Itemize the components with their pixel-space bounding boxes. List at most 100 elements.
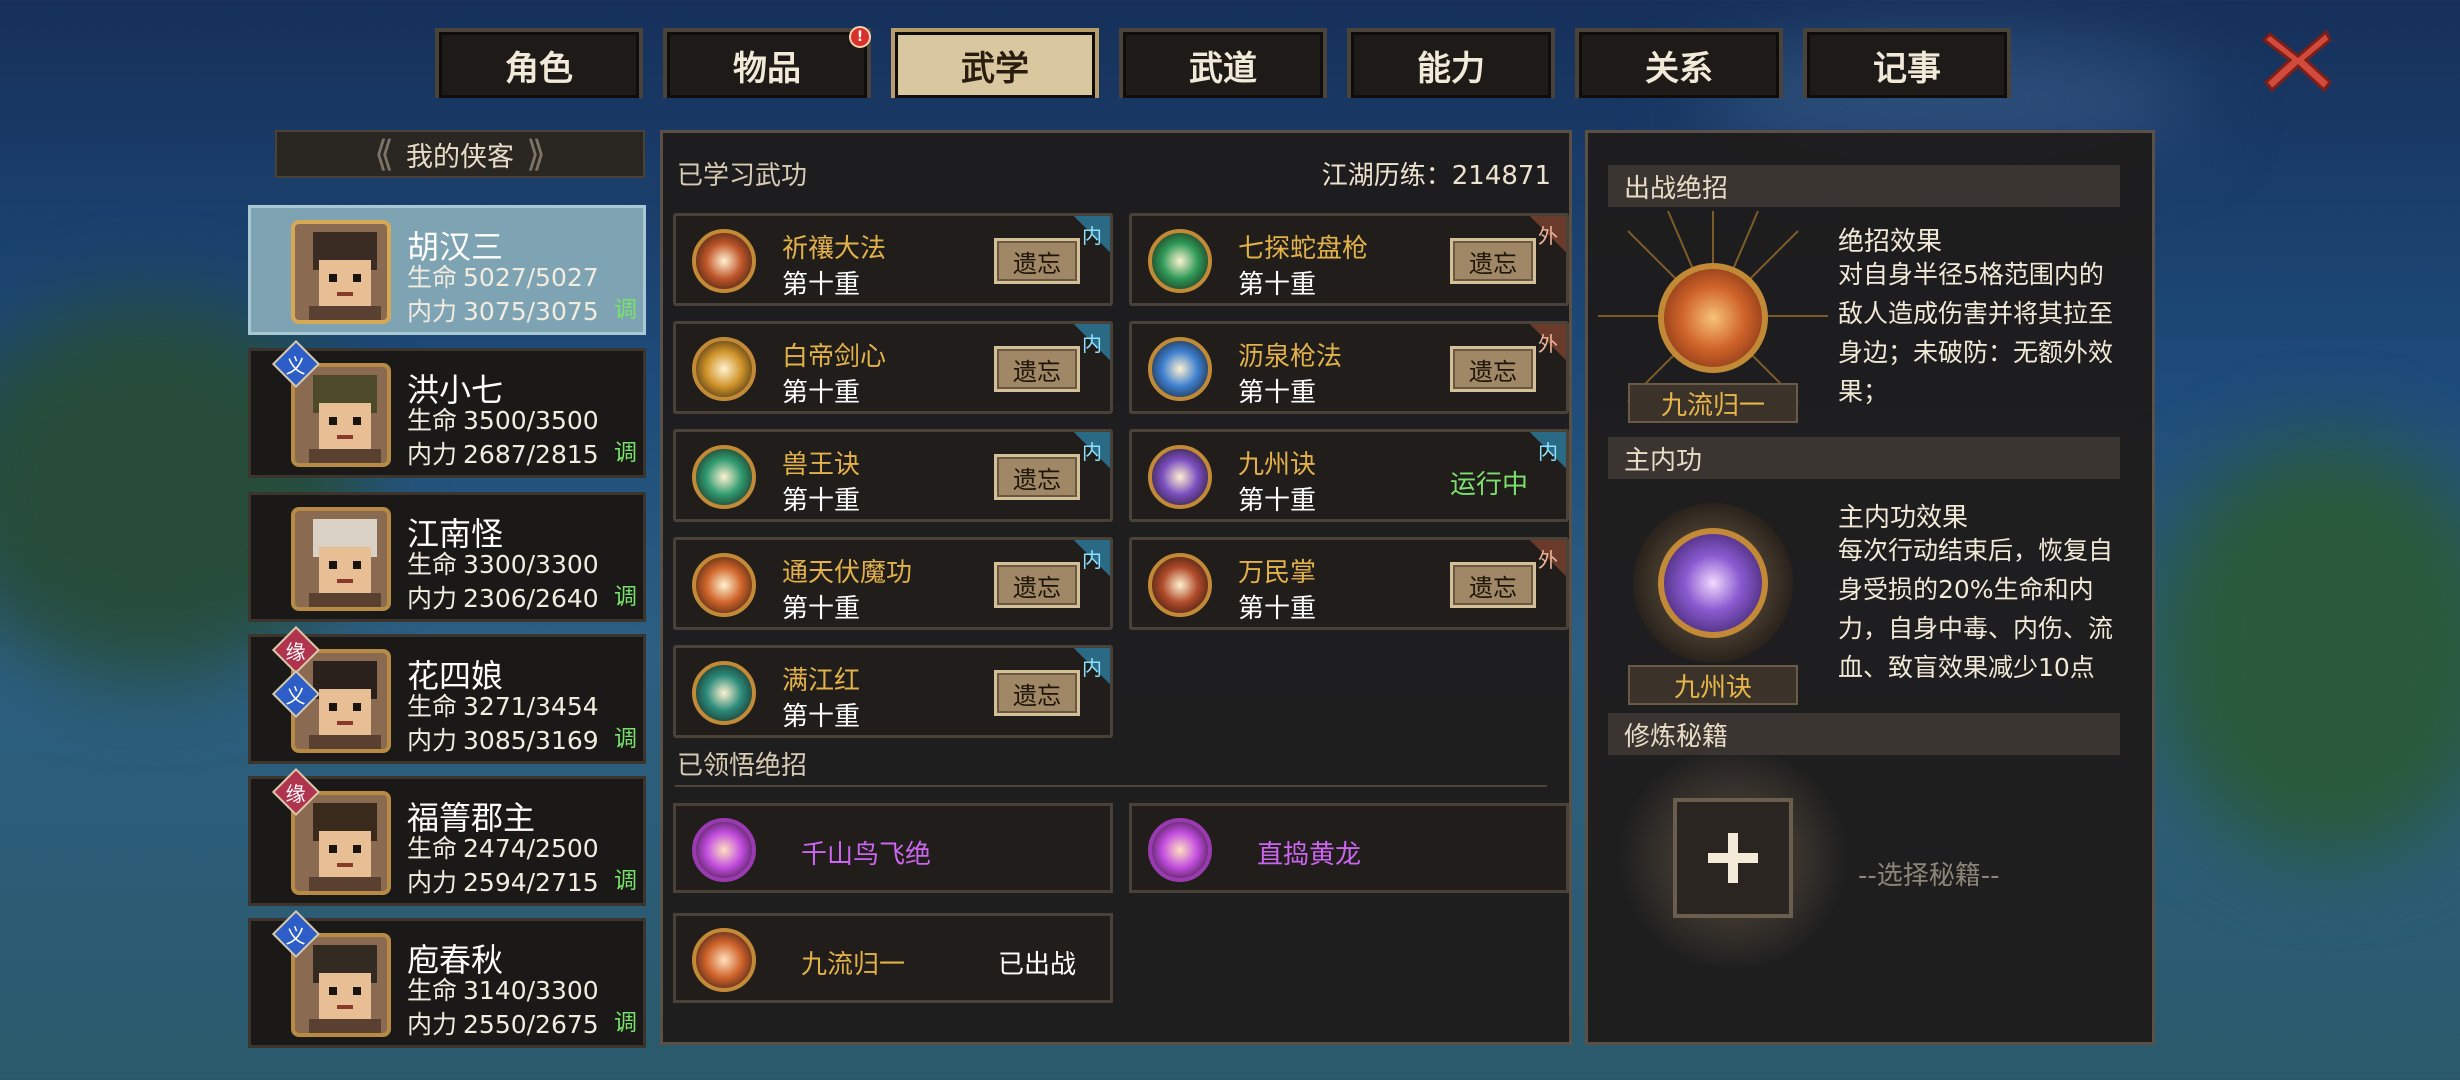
hero-card[interactable]: 洪小七 生命 3500/3500 内力 2687/2815 调义 — [248, 339, 646, 478]
main-inner-header: 主内功 — [1608, 437, 2120, 479]
skill-level: 第十重 — [1238, 594, 1317, 624]
running-status: 运行中 — [1450, 470, 1529, 500]
main-inner-name: 九州诀 — [1628, 665, 1798, 705]
skill-level: 第十重 — [1238, 378, 1317, 408]
tab-3[interactable]: 武道 — [1119, 28, 1327, 98]
skill-card[interactable]: 兽王诀 第十重 内遗忘 — [673, 429, 1113, 522]
hero-card[interactable]: 花四娘 生命 3271/3454 内力 3085/3169 调缘义 — [248, 625, 646, 764]
hero-portrait — [291, 220, 391, 324]
tune-button[interactable]: 调 — [614, 290, 637, 324]
deployed-status: 已出战 — [998, 950, 1077, 980]
skill-icon — [692, 445, 756, 509]
hp-label: 生命 — [407, 263, 458, 292]
experience-value: 214871 — [1451, 161, 1551, 191]
tune-button[interactable]: 调 — [614, 433, 637, 467]
tab-label: 记事 — [1873, 48, 1941, 89]
skill-card[interactable]: 九州诀 第十重 内运行中 — [1129, 429, 1569, 522]
mp-label: 内力 — [407, 868, 458, 897]
skill-level: 第十重 — [1238, 270, 1317, 300]
skill-type-tag: 内 — [1530, 432, 1566, 468]
skill-level: 第十重 — [782, 378, 861, 408]
hero-card[interactable]: 庖春秋 生命 3140/3300 内力 2550/2675 调义 — [248, 909, 646, 1048]
skill-icon — [692, 337, 756, 401]
tab-5[interactable]: 关系 — [1575, 28, 1783, 98]
skill-card[interactable]: 满江红 第十重 内遗忘 — [673, 645, 1113, 738]
badge-label: 义 — [286, 683, 306, 708]
mp-value: 2306/2640 — [463, 584, 599, 613]
ultimate-effect-title: 绝招效果 — [1838, 227, 1943, 257]
skill-card[interactable]: 祈禳大法 第十重 内遗忘 — [673, 213, 1113, 306]
tab-2[interactable]: 武学 — [891, 28, 1099, 98]
hp-label: 生命 — [407, 692, 458, 721]
skill-name: 白帝剑心 — [782, 342, 887, 372]
alert-badge: ! — [849, 26, 871, 48]
skill-card[interactable]: 七探蛇盘枪 第十重 外遗忘 — [1129, 213, 1569, 306]
close-icon[interactable] — [2258, 20, 2338, 100]
ultimate-name: 千山鸟飞绝 — [801, 840, 932, 870]
skill-icon — [692, 661, 756, 725]
hero-mp: 内力 2687/2815 — [407, 435, 599, 471]
skill-name: 万民掌 — [1238, 558, 1317, 588]
hero-card[interactable]: 江南怪 生命 3300/3300 内力 2306/2640 调 — [248, 492, 646, 622]
forget-button[interactable]: 遗忘 — [994, 670, 1080, 716]
hero-mp: 内力 3085/3169 — [407, 721, 599, 757]
forget-button[interactable]: 遗忘 — [1450, 562, 1536, 608]
tab-0[interactable]: 角色 — [435, 28, 643, 98]
forget-button[interactable]: 遗忘 — [994, 346, 1080, 392]
hero-mp: 内力 2306/2640 — [407, 579, 599, 615]
tab-1[interactable]: 物品! — [663, 26, 871, 98]
hero-portrait — [291, 791, 391, 895]
tab-6[interactable]: 记事 — [1803, 28, 2011, 98]
forget-button[interactable]: 遗忘 — [994, 454, 1080, 500]
forget-button[interactable]: 遗忘 — [994, 238, 1080, 284]
martial-arts-panel: 已学习武功 江湖历练：214871 祈禳大法 第十重 内遗忘 七探蛇盘枪 第十重… — [660, 130, 1572, 1045]
hp-label: 生命 — [407, 406, 458, 435]
forget-button[interactable]: 遗忘 — [1450, 238, 1536, 284]
forget-button[interactable]: 遗忘 — [994, 562, 1080, 608]
hero-hp: 生命 5027/5027 — [407, 258, 599, 294]
plus-icon — [1708, 833, 1758, 883]
skill-name: 九州诀 — [1238, 450, 1317, 480]
skill-name: 祈禳大法 — [782, 234, 887, 264]
forget-button[interactable]: 遗忘 — [1450, 346, 1536, 392]
ultimate-card[interactable]: 九流归一 已出战 — [673, 913, 1113, 1003]
tune-button[interactable]: 调 — [614, 577, 637, 611]
hp-value: 2474/2500 — [463, 834, 599, 863]
skill-card[interactable]: 沥泉枪法 第十重 外遗忘 — [1129, 321, 1569, 414]
tune-button[interactable]: 调 — [614, 719, 637, 753]
ultimate-card[interactable]: 千山鸟飞绝 — [673, 803, 1113, 893]
ultimate-name: 直捣黄龙 — [1257, 840, 1362, 870]
tab-4[interactable]: 能力 — [1347, 28, 1555, 98]
skill-card[interactable]: 通天伏魔功 第十重 内遗忘 — [673, 537, 1113, 630]
chevron-left-icon: ⟪ — [373, 133, 394, 175]
skill-level: 第十重 — [782, 486, 861, 516]
badge-label: 义 — [286, 923, 306, 948]
tab-label: 能力 — [1417, 48, 1485, 89]
mp-value: 2687/2815 — [463, 440, 599, 469]
hero-card[interactable]: 福箐郡主 生命 2474/2500 内力 2594/2715 调缘 — [248, 767, 646, 906]
mp-label: 内力 — [407, 297, 458, 326]
hero-mp: 内力 3075/3075 — [407, 292, 599, 328]
skill-card[interactable]: 万民掌 第十重 外遗忘 — [1129, 537, 1569, 630]
mp-label: 内力 — [407, 440, 458, 469]
hp-value: 3300/3300 — [463, 550, 599, 579]
mp-value: 2550/2675 — [463, 1010, 599, 1039]
hero-card[interactable]: 胡汉三 生命 5027/5027 内力 3075/3075 调 — [248, 205, 646, 335]
manual-header: 修炼秘籍 — [1608, 713, 2120, 755]
hero-hp: 生命 3140/3300 — [407, 971, 599, 1007]
mp-value: 2594/2715 — [463, 868, 599, 897]
skill-icon — [1148, 553, 1212, 617]
background-foliage — [2150, 440, 2460, 860]
experience-readout: 江湖历练：214871 — [1322, 155, 1551, 192]
skill-icon — [1148, 229, 1212, 293]
ultimates-title: 已领悟绝招 — [677, 751, 808, 781]
detail-panel: 出战绝招 九流归一 绝招效果 对自身半径5格范围内的敌人造成伤害并将其拉至身边；… — [1585, 130, 2155, 1045]
tune-button[interactable]: 调 — [614, 1003, 637, 1037]
add-manual-button[interactable] — [1673, 798, 1793, 918]
tune-button[interactable]: 调 — [614, 861, 637, 895]
hp-label: 生命 — [407, 550, 458, 579]
hero-hp: 生命 3300/3300 — [407, 545, 599, 581]
ultimate-card[interactable]: 直捣黄龙 — [1129, 803, 1569, 893]
skill-card[interactable]: 白帝剑心 第十重 内遗忘 — [673, 321, 1113, 414]
ultimate-swirl-icon — [1658, 263, 1768, 373]
